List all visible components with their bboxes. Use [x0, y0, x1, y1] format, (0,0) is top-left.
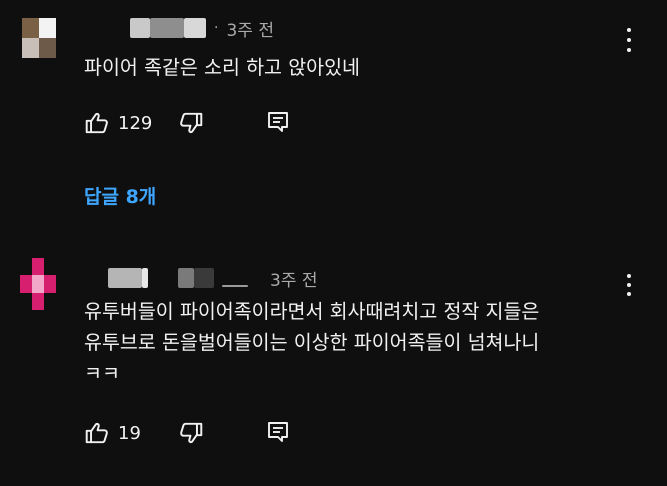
- author-name-blurred[interactable]: [222, 285, 248, 287]
- author-name-blurred[interactable]: [178, 268, 194, 288]
- comment-2: 3주 전 유투버들이 파이어족이라면서 회사때려치고 정작 지들은 유투브로 돈…: [0, 248, 667, 486]
- like-count: 129: [118, 112, 153, 134]
- author-name-blurred[interactable]: [150, 18, 184, 38]
- author-name-blurred[interactable]: [184, 18, 206, 38]
- comment-actions: 19: [84, 420, 288, 446]
- comment-header: · 3주 전: [130, 16, 274, 41]
- author-name-blurred[interactable]: [130, 18, 150, 38]
- avatar[interactable]: [20, 258, 56, 310]
- author-name-blurred[interactable]: [194, 268, 214, 288]
- thumb-up-icon: [85, 422, 108, 444]
- author-name-blurred[interactable]: [108, 268, 142, 288]
- reply-button[interactable]: [266, 110, 290, 134]
- comment-1: · 3주 전 파이어 족같은 소리 하고 앉아있네 129 답글 8개: [0, 0, 667, 230]
- thumb-up-icon: [85, 112, 108, 134]
- dislike-button[interactable]: [178, 110, 204, 136]
- more-vert-icon[interactable]: [621, 28, 637, 52]
- author-name-blurred[interactable]: [142, 268, 148, 288]
- comment-text: 유투버들이 파이어족이라면서 회사때려치고 정작 지들은 유투브로 돈을벌어들이…: [84, 300, 540, 385]
- comment-time[interactable]: 3주 전: [226, 16, 274, 41]
- more-vert-icon[interactable]: [621, 274, 637, 296]
- like-button[interactable]: [84, 110, 110, 136]
- reply-icon: [268, 422, 288, 442]
- separator-dot: ·: [214, 20, 219, 36]
- comment-text: 파이어 족같은 소리 하고 앉아있네: [84, 56, 360, 79]
- view-replies-link[interactable]: 답글 8개: [84, 182, 156, 209]
- comment-actions: 129: [84, 110, 288, 136]
- avatar[interactable]: [22, 18, 56, 58]
- comment-header: 3주 전: [108, 266, 318, 291]
- reply-icon: [268, 112, 288, 132]
- reply-button[interactable]: [266, 420, 290, 444]
- thumb-down-icon: [180, 112, 203, 134]
- dislike-button[interactable]: [178, 420, 204, 446]
- comment-time[interactable]: 3주 전: [270, 266, 318, 291]
- like-count: 19: [118, 422, 141, 444]
- like-button[interactable]: [84, 420, 110, 446]
- thumb-down-icon: [180, 422, 203, 444]
